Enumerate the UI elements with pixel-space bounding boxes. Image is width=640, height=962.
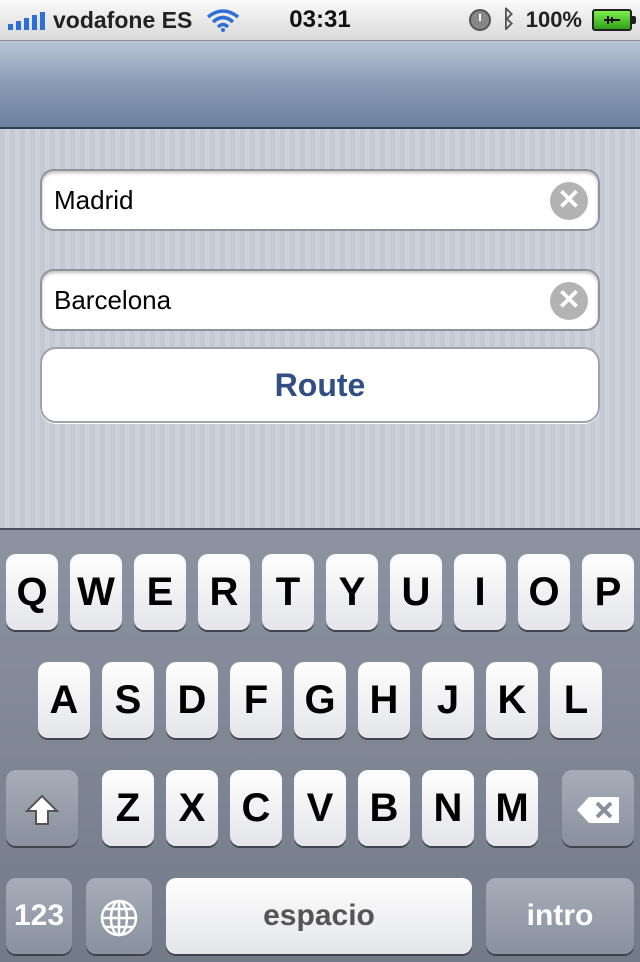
- backspace-key[interactable]: [562, 770, 634, 846]
- key-b[interactable]: B: [358, 770, 410, 846]
- key-d[interactable]: D: [166, 662, 218, 738]
- bluetooth-icon: ᛒ: [501, 6, 516, 33]
- key-o[interactable]: O: [518, 554, 570, 630]
- key-j[interactable]: J: [422, 662, 474, 738]
- key-g[interactable]: G: [294, 662, 346, 738]
- globe-key[interactable]: [86, 878, 152, 954]
- key-c[interactable]: C: [230, 770, 282, 846]
- clear-origin-icon[interactable]: ✕: [550, 182, 588, 220]
- key-a[interactable]: A: [38, 662, 90, 738]
- route-form: ✕ ✕ Route: [0, 129, 640, 528]
- shift-key[interactable]: [6, 770, 78, 846]
- keyboard: Q W E R T Y U I O P A S D F G H J K L Z …: [0, 528, 640, 962]
- backspace-icon: [577, 797, 619, 824]
- globe-icon: [100, 900, 138, 937]
- return-key[interactable]: intro: [486, 878, 634, 954]
- key-v[interactable]: V: [294, 770, 346, 846]
- key-n[interactable]: N: [422, 770, 474, 846]
- navigation-bar: [0, 41, 640, 129]
- key-m[interactable]: M: [486, 770, 538, 846]
- key-z[interactable]: Z: [102, 770, 154, 846]
- key-e[interactable]: E: [134, 554, 186, 630]
- key-f[interactable]: F: [230, 662, 282, 738]
- key-p[interactable]: P: [582, 554, 634, 630]
- numbers-key[interactable]: 123: [6, 878, 72, 954]
- destination-field[interactable]: ✕: [40, 269, 600, 331]
- key-r[interactable]: R: [198, 554, 250, 630]
- key-w[interactable]: W: [70, 554, 122, 630]
- space-key[interactable]: espacio: [166, 878, 472, 954]
- key-k[interactable]: K: [486, 662, 538, 738]
- key-x[interactable]: X: [166, 770, 218, 846]
- status-bar: vodafone ES 03:31 ᛒ 100%: [0, 0, 640, 41]
- route-button[interactable]: Route: [40, 347, 600, 423]
- alarm-clock-icon: [469, 9, 492, 31]
- key-y[interactable]: Y: [326, 554, 378, 630]
- origin-input[interactable]: [54, 171, 534, 229]
- key-q[interactable]: Q: [6, 554, 58, 630]
- key-u[interactable]: U: [390, 554, 442, 630]
- key-t[interactable]: T: [262, 554, 314, 630]
- key-i[interactable]: I: [454, 554, 506, 630]
- key-s[interactable]: S: [102, 662, 154, 738]
- key-h[interactable]: H: [358, 662, 410, 738]
- destination-input[interactable]: [54, 271, 534, 329]
- key-l[interactable]: L: [550, 662, 602, 738]
- clear-destination-icon[interactable]: ✕: [550, 282, 588, 320]
- battery-percentage: 100%: [525, 7, 582, 32]
- shift-icon: [24, 795, 60, 826]
- battery-charging-icon: [592, 9, 636, 31]
- origin-field[interactable]: ✕: [40, 169, 600, 231]
